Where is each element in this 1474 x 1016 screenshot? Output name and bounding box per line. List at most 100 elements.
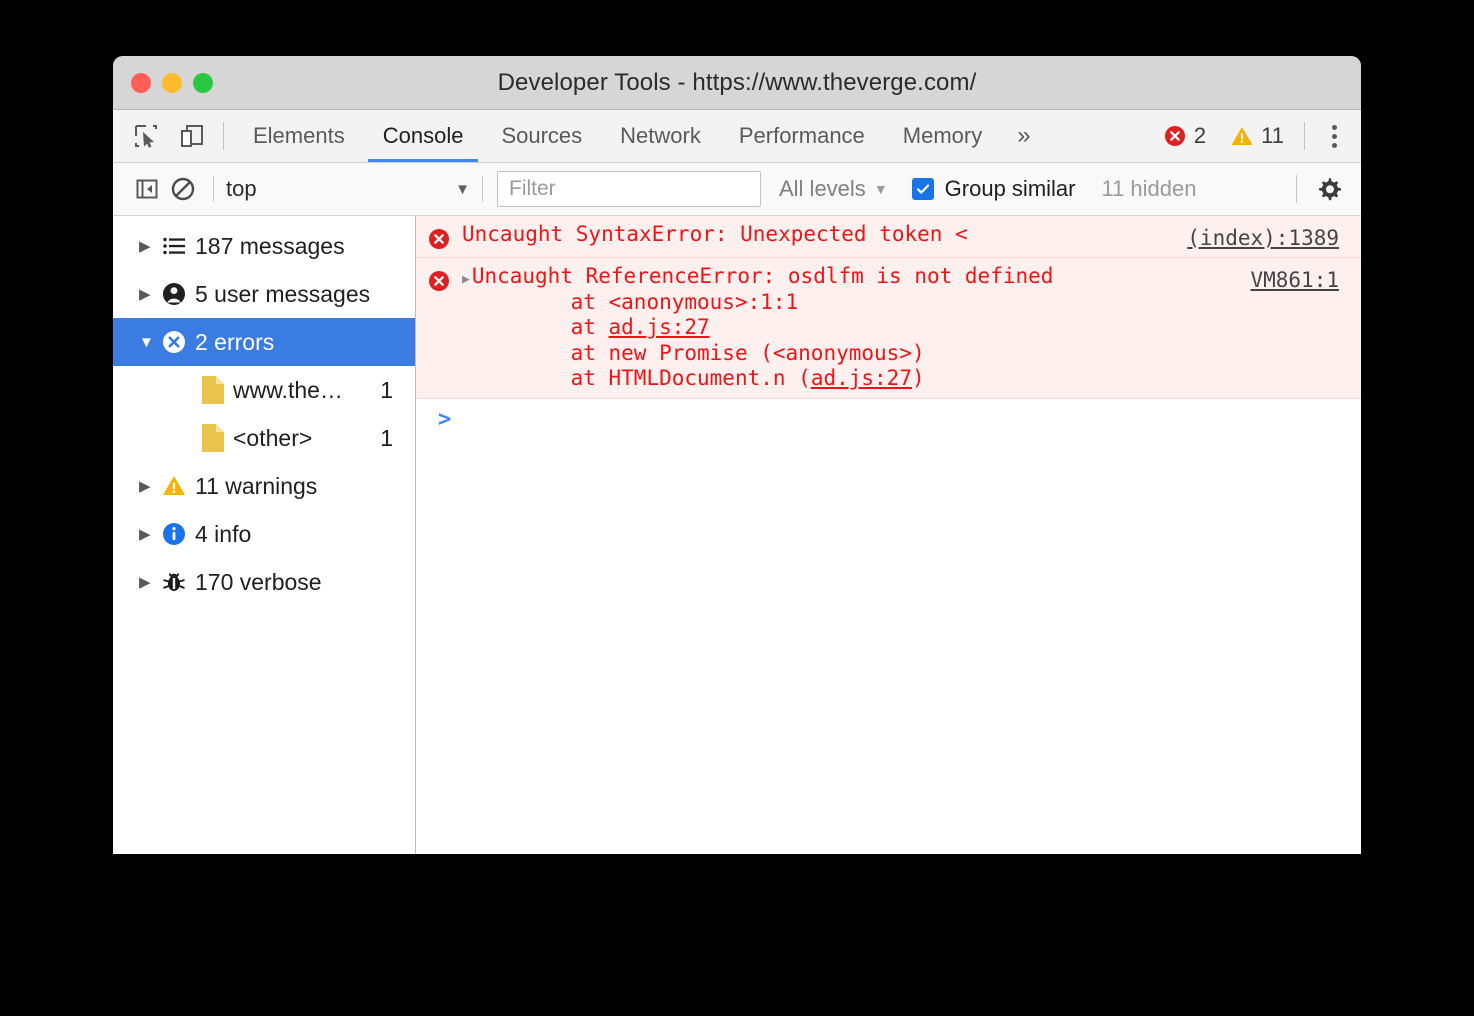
error-circle-icon xyxy=(416,222,462,251)
chevron-right-icon[interactable]: ▶ xyxy=(139,527,161,542)
tab-sources[interactable]: Sources xyxy=(482,110,601,162)
execution-context-value: top xyxy=(226,176,257,202)
chevron-right-icon[interactable]: ▶ xyxy=(139,479,161,494)
device-toolbar-icon[interactable] xyxy=(175,119,209,153)
sidebar-item-label: 5 user messages xyxy=(195,281,370,308)
sidebar-error-source-label: www.the… xyxy=(233,377,343,404)
info-circle-icon xyxy=(161,521,195,547)
bug-icon xyxy=(161,569,195,595)
stack-frame-prefix: at xyxy=(520,315,609,339)
execution-context-selector[interactable]: top ▼ xyxy=(226,176,470,202)
tab-elements[interactable]: Elements xyxy=(234,110,364,162)
log-level-value: All levels xyxy=(779,176,866,202)
sidebar-item-messages[interactable]: ▶ 187 messages xyxy=(113,222,415,270)
console-stack-trace: at <anonymous>:1:1 at ad.js:27 at new Pr… xyxy=(462,290,1345,392)
stack-frame-link[interactable]: ad.js:27 xyxy=(609,315,710,339)
console-message-row[interactable]: Uncaught SyntaxError: Unexpected token <… xyxy=(416,216,1361,258)
user-icon xyxy=(161,281,195,307)
checkmark-icon xyxy=(915,181,931,197)
devtools-window: Developer Tools - https://www.theverge.c… xyxy=(113,56,1361,854)
more-tabs-button[interactable]: » xyxy=(1001,110,1046,162)
toolbar-divider-3 xyxy=(1296,175,1297,203)
console-message-body: ▶ Uncaught ReferenceError: osdlfm is not… xyxy=(462,264,1361,392)
show-console-sidebar-icon[interactable] xyxy=(129,171,165,207)
chevron-right-icon[interactable]: ▶ xyxy=(139,287,161,302)
toolbar-divider-1 xyxy=(213,176,214,202)
chevron-down-icon: ▼ xyxy=(874,181,888,197)
console-body: ▶ 187 messages ▶ xyxy=(113,216,1361,854)
devtools-tab-bar: Elements Console Sources Network Perform… xyxy=(113,110,1361,163)
sidebar-error-source-row[interactable]: <other> 1 xyxy=(113,414,415,462)
inspect-element-icon[interactable] xyxy=(129,119,163,153)
error-circle-icon xyxy=(161,329,195,355)
sidebar-error-source-count: 1 xyxy=(380,425,393,452)
chevron-down-icon[interactable]: ▼ xyxy=(139,335,161,350)
stack-frame: at ad.js:27 xyxy=(520,315,1345,341)
sidebar-item-label: 11 warnings xyxy=(195,473,317,500)
console-toolbar-right xyxy=(1296,171,1347,207)
console-message-text: Uncaught ReferenceError: osdlfm is not d… xyxy=(472,264,1054,290)
sidebar-error-source-label: <other> xyxy=(233,425,312,452)
file-icon xyxy=(199,423,233,453)
stack-frame: at <anonymous>:1:1 xyxy=(520,290,1345,316)
file-icon xyxy=(199,375,233,405)
stack-frame: at HTMLDocument.n (ad.js:27) xyxy=(520,366,1345,392)
console-toolbar: top ▼ All levels ▼ Group similar 11 hidd… xyxy=(113,163,1361,216)
warning-count-text: 11 xyxy=(1261,123,1284,149)
hidden-messages-count: 11 hidden xyxy=(1101,176,1196,202)
clear-console-icon[interactable] xyxy=(165,171,201,207)
console-message-text: Uncaught SyntaxError: Unexpected token < xyxy=(462,222,968,248)
sidebar-error-source-count: 1 xyxy=(380,377,393,404)
search-input[interactable] xyxy=(507,176,751,202)
warning-triangle-icon xyxy=(161,473,195,499)
chevron-down-icon: ▼ xyxy=(455,181,470,198)
sidebar-item-label: 170 verbose xyxy=(195,569,322,596)
gear-icon[interactable] xyxy=(1311,171,1347,207)
tab-console[interactable]: Console xyxy=(364,110,483,162)
console-message-source-link[interactable]: (index):1389 xyxy=(1187,226,1339,250)
error-circle-icon xyxy=(416,264,462,392)
tab-bar-divider xyxy=(223,122,224,150)
warning-count-badge[interactable]: 11 xyxy=(1224,123,1290,149)
sidebar-item-warnings[interactable]: ▶ 11 warnings xyxy=(113,462,415,510)
stack-frame-prefix: at xyxy=(520,341,609,365)
tab-bar-status: 2 11 xyxy=(1157,110,1361,162)
group-similar-toggle[interactable]: Group similar xyxy=(912,176,1076,202)
vertical-dots-icon[interactable] xyxy=(1319,118,1349,154)
sidebar-item-info[interactable]: ▶ 4 info xyxy=(113,510,415,558)
prompt-chevron-icon: > xyxy=(438,409,451,431)
console-message-line: ▶ Uncaught ReferenceError: osdlfm is not… xyxy=(462,264,1345,290)
stack-frame-text: <anonymous>:1:1 xyxy=(609,290,799,314)
sidebar-item-errors[interactable]: ▼ 2 errors xyxy=(113,318,415,366)
chevron-right-icon[interactable]: ▶ xyxy=(139,239,161,254)
stack-frame-post: ) xyxy=(912,366,925,390)
tab-performance[interactable]: Performance xyxy=(720,110,884,162)
console-message-source-link[interactable]: VM861:1 xyxy=(1250,268,1339,292)
sidebar-item-verbose[interactable]: ▶ 170 verbose xyxy=(113,558,415,606)
status-divider xyxy=(1304,122,1305,150)
sidebar-error-source-row[interactable]: www.the… 1 xyxy=(113,366,415,414)
window-title: Developer Tools - https://www.theverge.c… xyxy=(113,69,1361,97)
console-prompt-row[interactable]: > xyxy=(416,399,1361,431)
stack-frame-prefix: at xyxy=(520,290,609,314)
chevron-right-icon[interactable]: ▶ xyxy=(139,575,161,590)
stack-frame-prefix: at xyxy=(520,366,609,390)
filter-box[interactable] xyxy=(497,171,761,207)
panel-tabs: Elements Console Sources Network Perform… xyxy=(234,110,1047,162)
sidebar-item-user-messages[interactable]: ▶ 5 user messages xyxy=(113,270,415,318)
tab-network[interactable]: Network xyxy=(601,110,720,162)
stack-frame: at new Promise (<anonymous>) xyxy=(520,341,1345,367)
log-level-selector[interactable]: All levels ▼ xyxy=(779,176,888,202)
toolbar-divider-2 xyxy=(482,176,483,202)
console-message-list: Uncaught SyntaxError: Unexpected token <… xyxy=(416,216,1361,854)
group-similar-checkbox[interactable] xyxy=(912,178,934,200)
tab-bar-icons xyxy=(113,110,209,162)
tab-memory[interactable]: Memory xyxy=(884,110,1001,162)
stack-frame-link[interactable]: ad.js:27 xyxy=(811,366,912,390)
expand-triangle-icon[interactable]: ▶ xyxy=(462,273,470,286)
sidebar-item-label: 187 messages xyxy=(195,233,345,260)
error-count-text: 2 xyxy=(1194,123,1206,149)
sidebar-item-label: 4 info xyxy=(195,521,251,548)
error-count-badge[interactable]: 2 xyxy=(1157,123,1212,149)
console-message-row[interactable]: ▶ Uncaught ReferenceError: osdlfm is not… xyxy=(416,258,1361,399)
